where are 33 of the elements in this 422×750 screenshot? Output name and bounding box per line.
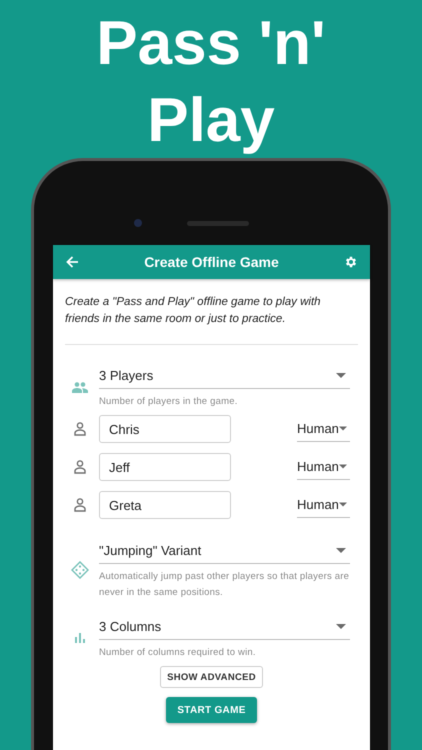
helper-text: Number of columns required to win. — [99, 646, 257, 660]
select-field[interactable]: 3 Columns — [99, 615, 350, 640]
back-arrow-icon[interactable] — [66, 256, 79, 268]
player-name-field[interactable]: Chris — [99, 415, 231, 443]
helper-text: Automatically jump past other players so that players are never in the same positions. — [99, 570, 350, 600]
settings-icon[interactable] — [344, 255, 358, 269]
caret-icon — [336, 548, 346, 553]
player-type-select[interactable]: Human — [297, 454, 350, 480]
start-button[interactable]: START GAME — [166, 697, 257, 723]
bar-chart-icon — [75, 633, 85, 643]
person-icon — [74, 460, 86, 474]
helper-text: Number of players in the game. — [99, 395, 239, 409]
player-name-field[interactable]: Jeff — [99, 453, 231, 481]
player-type-select[interactable]: Human — [297, 492, 350, 518]
headline: Pass 'n' Play — [95, 8, 327, 157]
caret-icon — [336, 624, 346, 629]
person-icon — [74, 422, 86, 436]
screen-title: Create Offline Game — [144, 254, 279, 270]
advanced-button[interactable]: SHOW ADVANCED — [160, 666, 263, 688]
caret-icon — [336, 373, 346, 378]
select-field[interactable]: 3 Players — [99, 364, 350, 389]
caret-icon — [338, 464, 347, 468]
person-icon — [74, 498, 86, 512]
select-field[interactable]: "Jumping" Variant — [99, 539, 350, 564]
caret-icon — [338, 426, 347, 430]
intro-text: Create a "Pass and Play" offline game to play with friends in the same room or just to practice. — [65, 294, 358, 345]
player-type-select[interactable]: Human — [297, 416, 350, 442]
player-name-field[interactable]: Greta — [99, 491, 231, 519]
caret-icon — [338, 502, 347, 506]
dice-icon — [71, 561, 89, 579]
camera-icon — [134, 219, 142, 227]
people-icon — [72, 382, 88, 392]
speaker-icon — [187, 220, 249, 226]
